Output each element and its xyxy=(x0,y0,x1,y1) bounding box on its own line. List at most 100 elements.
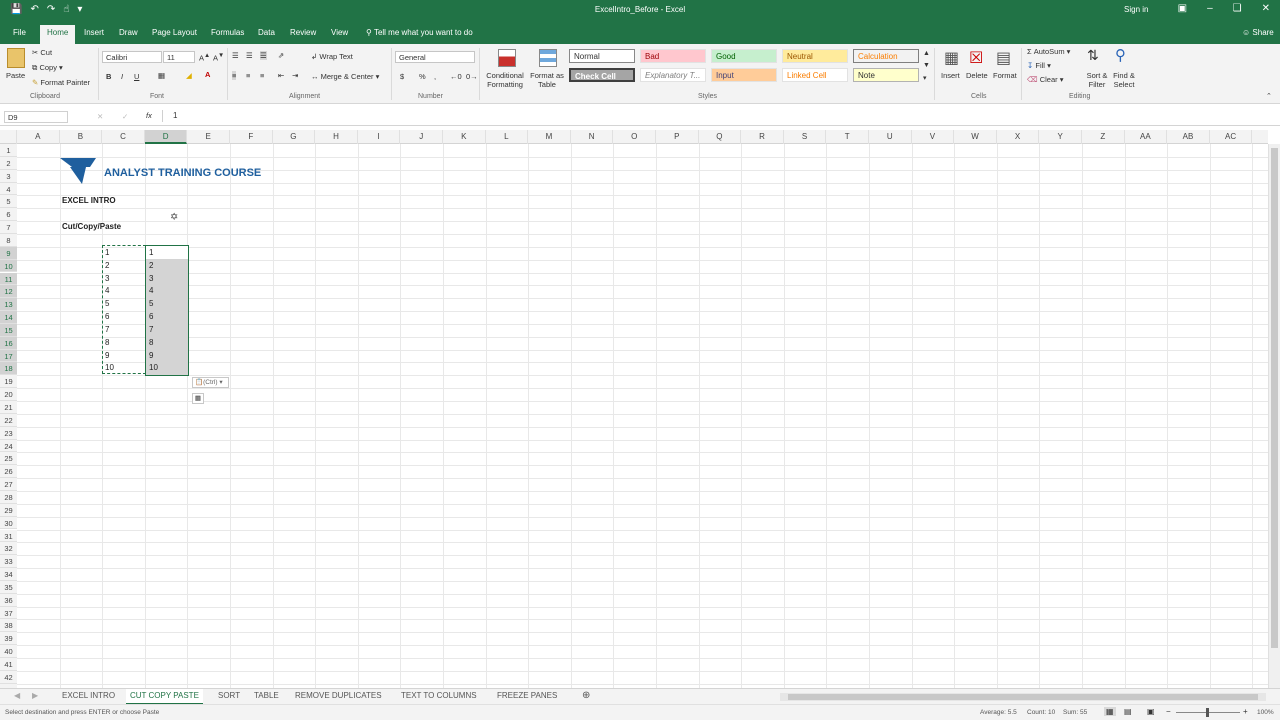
align-bottom-icon[interactable]: ☰ xyxy=(260,51,267,60)
outdent-icon[interactable]: ⇥ xyxy=(292,71,298,80)
prev-sheet-icon[interactable]: ◀ xyxy=(14,691,20,700)
row-header-21[interactable]: 21 xyxy=(0,401,17,414)
style-calculation[interactable]: Calculation xyxy=(853,49,919,63)
row-header-34[interactable]: 34 xyxy=(0,568,17,581)
sheet-tab-remove-duplicates[interactable]: REMOVE DUPLICATES xyxy=(295,691,382,700)
cell-d11[interactable]: 3 xyxy=(149,273,153,285)
row-header-42[interactable]: 42 xyxy=(0,670,17,684)
column-header-h[interactable]: H xyxy=(315,130,358,144)
merge-center-button[interactable]: ↔ Merge & Center ▾ xyxy=(311,72,379,81)
borders-icon[interactable]: ▦ xyxy=(158,71,165,80)
column-header-p[interactable]: P xyxy=(656,130,699,144)
cell-c9[interactable]: 1 xyxy=(105,247,109,259)
tab-formulas[interactable]: Formulas xyxy=(211,28,244,37)
paste-options-button[interactable]: 📋(Ctrl) ▾ xyxy=(192,377,229,388)
row-header-38[interactable]: 38 xyxy=(0,619,17,633)
bold-button[interactable]: B xyxy=(106,72,111,81)
increase-decimal-icon[interactable]: ←0 xyxy=(450,72,462,81)
delete-cells-button[interactable]: Delete xyxy=(966,71,988,80)
row-header-3[interactable]: 3 xyxy=(0,169,17,183)
row-header-25[interactable]: 25 xyxy=(0,452,17,466)
row-header-16[interactable]: 16 xyxy=(0,336,17,350)
column-header-w[interactable]: W xyxy=(954,130,997,144)
row-header-29[interactable]: 29 xyxy=(0,503,17,517)
column-header-a[interactable]: A xyxy=(17,130,60,144)
tab-home[interactable]: Home xyxy=(40,25,76,44)
tab-view[interactable]: View xyxy=(331,28,348,37)
decrease-decimal-icon[interactable]: 0→ xyxy=(466,72,478,81)
row-header-35[interactable]: 35 xyxy=(0,580,17,594)
cell-c12[interactable]: 4 xyxy=(105,285,109,297)
underline-button[interactable]: U xyxy=(134,72,139,81)
column-header-ab[interactable]: AB xyxy=(1167,130,1210,144)
tell-me-box[interactable]: ⚲ Tell me what you want to do xyxy=(366,28,473,37)
cell-d13[interactable]: 5 xyxy=(149,298,153,310)
confirm-entry-icon[interactable]: ✓ xyxy=(122,112,128,121)
font-color-icon[interactable]: A xyxy=(205,70,210,79)
sheet-tab-freeze-panes[interactable]: FREEZE PANES xyxy=(497,691,557,700)
percent-button[interactable]: % xyxy=(419,72,426,81)
align-top-icon[interactable]: ☰ xyxy=(232,51,239,60)
column-header-r[interactable]: R xyxy=(741,130,784,144)
cell-c13[interactable]: 5 xyxy=(105,298,109,310)
row-header-26[interactable]: 26 xyxy=(0,465,17,479)
style-normal[interactable]: Normal xyxy=(569,49,635,63)
cell-d18[interactable]: 10 xyxy=(149,362,158,374)
next-sheet-icon[interactable]: ▶ xyxy=(32,691,38,700)
row-header-17[interactable]: 17 xyxy=(0,349,17,363)
style-good[interactable]: Good xyxy=(711,49,777,63)
cut-button[interactable]: ✂ Cut xyxy=(32,48,52,57)
italic-button[interactable]: I xyxy=(121,72,123,81)
row-header-37[interactable]: 37 xyxy=(0,606,17,620)
row-header-24[interactable]: 24 xyxy=(0,439,17,453)
row-header-28[interactable]: 28 xyxy=(0,490,17,504)
delete-cells-icon[interactable]: ☒ xyxy=(969,48,983,68)
cell-d16[interactable]: 8 xyxy=(149,337,153,349)
row-header-14[interactable]: 14 xyxy=(0,311,17,324)
cell-d10[interactable]: 2 xyxy=(149,260,153,272)
sheet-tab-table[interactable]: TABLE xyxy=(254,691,279,700)
page-break-view-icon[interactable]: ▣ xyxy=(1147,707,1155,716)
column-header-j[interactable]: J xyxy=(400,130,443,144)
conditional-formatting-icon[interactable] xyxy=(498,49,516,67)
zoom-in-icon[interactable]: + xyxy=(1243,707,1248,716)
fill-button[interactable]: ↧ Fill ▾ xyxy=(1027,61,1051,70)
find-select-button[interactable]: Find & Select xyxy=(1108,71,1140,89)
column-header-o[interactable]: O xyxy=(613,130,656,144)
minimize-icon[interactable]: – xyxy=(1207,3,1213,14)
share-button[interactable]: ☺ Share xyxy=(1242,28,1274,37)
style-input[interactable]: Input xyxy=(711,68,777,82)
style-check-cell[interactable]: Check Cell xyxy=(569,68,635,82)
column-header-n[interactable]: N xyxy=(571,130,614,144)
style-bad[interactable]: Bad xyxy=(640,49,706,63)
close-icon[interactable]: ✕ xyxy=(1262,3,1270,14)
row-header-10[interactable]: 10 xyxy=(0,259,17,273)
comma-button[interactable]: , xyxy=(434,72,436,81)
align-middle-icon[interactable]: ☰ xyxy=(246,51,253,60)
row-header-20[interactable]: 20 xyxy=(0,388,17,401)
style-neutral[interactable]: Neutral xyxy=(782,49,848,63)
cell-d14[interactable]: 6 xyxy=(149,311,153,323)
row-header-22[interactable]: 22 xyxy=(0,413,17,427)
orientation-icon[interactable]: ⇗ xyxy=(278,51,284,60)
page-layout-view-icon[interactable]: ▤ xyxy=(1124,707,1132,716)
format-painter-button[interactable]: ✎ Format Painter xyxy=(32,78,90,87)
style-explanatory[interactable]: Explanatory T... xyxy=(640,68,706,82)
cell-c14[interactable]: 6 xyxy=(105,311,109,323)
horizontal-scroll-thumb[interactable] xyxy=(788,694,1258,700)
column-header-b[interactable]: B xyxy=(60,130,103,144)
cell-c16[interactable]: 8 xyxy=(105,337,109,349)
column-header-d[interactable]: D xyxy=(144,130,188,144)
row-header-11[interactable]: 11 xyxy=(0,272,17,286)
sign-in-link[interactable]: Sign in xyxy=(1124,5,1148,14)
paste-icon[interactable] xyxy=(7,48,25,68)
column-header-q[interactable]: Q xyxy=(699,130,742,144)
cell-c10[interactable]: 2 xyxy=(105,260,109,272)
number-format-select[interactable]: General xyxy=(395,51,475,63)
column-header-z[interactable]: Z xyxy=(1082,130,1125,144)
row-header-18[interactable]: 18 xyxy=(0,362,17,376)
restore-icon[interactable]: ❏ xyxy=(1233,3,1242,14)
column-header-t[interactable]: T xyxy=(826,130,869,144)
column-header-f[interactable]: F xyxy=(230,130,273,144)
format-as-table-button[interactable]: Format as Table xyxy=(528,71,566,89)
